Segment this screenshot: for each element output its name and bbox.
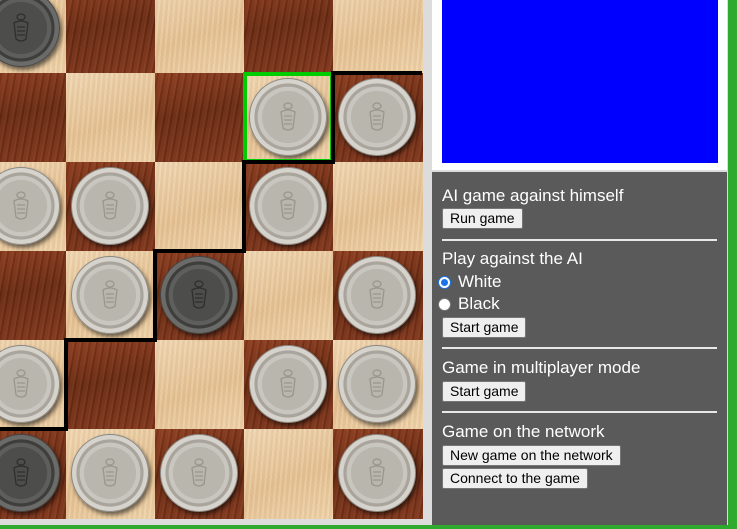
checker-emblem-icon: [280, 369, 296, 398]
separator: [442, 347, 717, 349]
radio-white-row[interactable]: White: [438, 272, 501, 292]
light-square[interactable]: [244, 251, 334, 341]
checker-emblem-icon: [369, 280, 385, 309]
ai-self-title: AI game against himself: [442, 186, 624, 205]
preview-frame: [432, 0, 727, 170]
ai-self-section: AI game against himself: [442, 186, 718, 206]
radio-white[interactable]: [438, 275, 451, 289]
white-checker-piece[interactable]: [71, 167, 149, 245]
new-network-game-button[interactable]: New game on the network: [442, 445, 621, 466]
connect-game-button[interactable]: Connect to the game: [442, 468, 588, 489]
black-checker-piece[interactable]: [160, 256, 238, 334]
dark-square[interactable]: [66, 0, 156, 74]
separator: [442, 239, 717, 241]
multiplayer-section: Game in multiplayer mode: [442, 358, 718, 378]
vs-ai-title: Play against the AI: [442, 249, 583, 268]
dark-square[interactable]: [66, 340, 156, 430]
light-square[interactable]: [333, 162, 423, 252]
checker-emblem-icon: [13, 458, 29, 487]
network-section: Game on the network: [442, 422, 718, 442]
game-controls-panel: AI game against himself Run game Play ag…: [432, 172, 727, 525]
checker-emblem-icon: [369, 102, 385, 131]
checker-emblem-icon: [102, 191, 118, 220]
blue-preview-canvas: [442, 0, 718, 163]
checker-emblem-icon: [13, 191, 29, 220]
start-multiplayer-button[interactable]: Start game: [442, 381, 527, 402]
checker-emblem-icon: [191, 458, 207, 487]
network-title: Game on the network: [442, 422, 605, 441]
light-square[interactable]: [155, 0, 245, 74]
white-checker-piece[interactable]: [338, 78, 416, 156]
white-checker-piece[interactable]: [71, 434, 149, 512]
checker-emblem-icon: [13, 369, 29, 398]
checkers-board[interactable]: [0, 0, 423, 524]
checker-emblem-icon: [13, 13, 29, 42]
white-checker-piece[interactable]: [338, 256, 416, 334]
checker-emblem-icon: [102, 458, 118, 487]
radio-white-label[interactable]: White: [458, 272, 501, 292]
separator: [442, 411, 717, 413]
multiplayer-title: Game in multiplayer mode: [442, 358, 641, 377]
white-checker-piece[interactable]: [249, 167, 327, 245]
vs-ai-section: Play against the AI: [442, 249, 718, 269]
window-border-bottom: [0, 525, 737, 529]
radio-black-label[interactable]: Black: [458, 294, 500, 314]
window-border-right: [728, 0, 737, 529]
light-square[interactable]: [244, 429, 334, 519]
dark-square[interactable]: [155, 73, 245, 163]
run-game-button[interactable]: Run game: [442, 208, 523, 229]
checker-emblem-icon: [102, 280, 118, 309]
checker-emblem-icon: [369, 369, 385, 398]
light-square[interactable]: [155, 162, 245, 252]
light-square[interactable]: [155, 340, 245, 430]
checker-emblem-icon: [280, 191, 296, 220]
white-checker-piece[interactable]: [338, 434, 416, 512]
checker-emblem-icon: [369, 458, 385, 487]
dark-square[interactable]: [0, 251, 67, 341]
dark-square[interactable]: [244, 0, 334, 74]
dark-square[interactable]: [0, 73, 67, 163]
light-square[interactable]: [333, 0, 423, 74]
white-checker-piece[interactable]: [249, 345, 327, 423]
white-checker-piece[interactable]: [160, 434, 238, 512]
start-ai-game-button[interactable]: Start game: [442, 317, 527, 338]
white-checker-piece[interactable]: [338, 345, 416, 423]
light-square[interactable]: [66, 73, 156, 163]
white-checker-piece[interactable]: [71, 256, 149, 334]
checker-emblem-icon: [191, 280, 207, 309]
radio-black[interactable]: [438, 297, 451, 311]
radio-black-row[interactable]: Black: [438, 294, 500, 314]
selected-square-highlight: [243, 72, 334, 163]
